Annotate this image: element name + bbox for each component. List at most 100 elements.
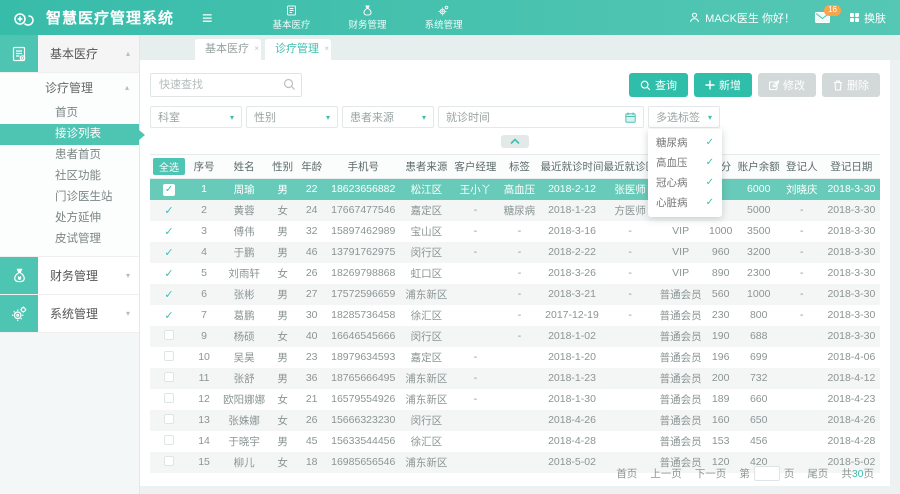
table-cell: 2018-5-02 <box>540 452 603 473</box>
last-page-link[interactable]: 尾页 <box>807 466 828 481</box>
caret-up-icon: ▴ <box>126 35 139 72</box>
search-input[interactable] <box>150 73 302 97</box>
query-button[interactable]: 查询 <box>629 73 688 97</box>
multi-tag-select[interactable]: 多选标签 ▾ <box>648 106 720 128</box>
row-checkbox-cell[interactable] <box>150 326 188 347</box>
tag-option[interactable]: 高血压✓ <box>648 152 722 172</box>
checkbox-checked-icon[interactable]: ✓ <box>164 289 173 301</box>
row-checkbox-cell[interactable] <box>150 347 188 368</box>
close-icon[interactable]: × <box>324 38 329 59</box>
checkbox-empty-icon[interactable] <box>164 372 174 382</box>
checkbox-checked-icon[interactable]: ✓ <box>164 247 173 259</box>
sidebar-item-link[interactable]: 门诊医生站 <box>0 187 139 208</box>
user-greeting: MACK医生 你好！ <box>705 10 795 26</box>
tag-option[interactable]: 糖尿病✓ <box>648 132 722 152</box>
tab-basic-medical[interactable]: 基本医疗 × <box>195 39 261 60</box>
checkbox-checked-icon[interactable]: ✓ <box>164 205 173 217</box>
main-content: 基本医疗 × 诊疗管理 × 查询 <box>140 35 900 494</box>
patient-source-select[interactable]: 患者来源 ▾ <box>342 106 434 128</box>
table-row[interactable]: ✓1周瑜男2218623656882松江区王小丫高血压2018-2-12张医师6… <box>150 179 880 200</box>
collapse-filters-button[interactable] <box>501 135 529 148</box>
sidebar-item-active[interactable]: 接诊列表 <box>0 124 139 145</box>
topnav-system[interactable]: 系统管理 <box>425 5 463 31</box>
table-cell: 9 <box>188 326 220 347</box>
checkbox-checked-icon[interactable]: ✓ <box>164 310 173 322</box>
page-jump: 第 页 <box>739 466 794 481</box>
table-row[interactable]: ✓2黄蓉女2417667477546嘉定区-糖尿病2018-1-23方医师500… <box>150 200 880 221</box>
sidebar-item-link[interactable]: 社区功能 <box>0 166 139 187</box>
checkbox-empty-icon[interactable] <box>164 393 174 403</box>
tag-option[interactable]: 冠心病✓ <box>648 172 722 192</box>
delete-button[interactable]: 删除 <box>822 73 880 97</box>
row-checkbox-cell[interactable]: ✓ <box>150 305 188 326</box>
page-number-input[interactable] <box>754 466 780 481</box>
checkbox-empty-icon[interactable] <box>164 435 174 445</box>
first-page-link[interactable]: 首页 <box>616 466 637 481</box>
sidebar-group-system[interactable]: 系统管理 ▾ <box>0 295 139 333</box>
table-cell: 张姝娜 <box>220 410 268 431</box>
tab-treatment-management[interactable]: 诊疗管理 × <box>265 39 331 60</box>
table-row[interactable]: 10吴昊男2318979634593嘉定区-2018-1-20普通会员19669… <box>150 347 880 368</box>
checkbox-checked-icon[interactable]: ✓ <box>164 226 173 238</box>
table-row[interactable]: ✓5刘雨轩女2618269798868虹口区-2018-3-26-VIP8902… <box>150 263 880 284</box>
edit-button[interactable]: 修改 <box>758 73 816 97</box>
table-row[interactable]: 12欧阳娜娜女2116579554926浦东新区-2018-1-30普通会员18… <box>150 389 880 410</box>
table-row[interactable]: 13张姝娜女2615666323230闵行区2018-4-26普通会员16065… <box>150 410 880 431</box>
checkbox-empty-icon[interactable] <box>164 456 174 466</box>
sidebar-item-link[interactable]: 皮试管理 <box>0 229 139 250</box>
table-row[interactable]: ✓7葛鹏男3018285736458徐汇区-2017-12-19-普通会员230… <box>150 305 880 326</box>
department-select[interactable]: 科室 ▾ <box>150 106 242 128</box>
row-checkbox-cell[interactable]: ✓ <box>150 221 188 242</box>
user-menu[interactable]: MACK医生 你好！ <box>689 10 795 26</box>
sidebar-group-basic-medical[interactable]: 基本医疗 ▴ <box>0 35 139 73</box>
row-checkbox-cell[interactable]: ✓ <box>150 179 188 200</box>
row-checkbox-cell[interactable] <box>150 389 188 410</box>
sidebar-item-link[interactable]: 患者首页 <box>0 145 139 166</box>
table-cell: 糖尿病 <box>498 200 540 221</box>
checkbox-empty-icon[interactable] <box>164 330 174 340</box>
gender-select[interactable]: 性别 ▾ <box>246 106 338 128</box>
table-cell: 12 <box>188 389 220 410</box>
row-checkbox-cell[interactable]: ✓ <box>150 263 188 284</box>
sidebar-item-link[interactable]: 首页 <box>0 103 139 124</box>
table-cell: 浦东新区 <box>400 452 452 473</box>
topnav-basic-medical[interactable]: 基本医疗 <box>273 5 311 31</box>
table-cell: 虹口区 <box>400 263 452 284</box>
sidebar-group-finance[interactable]: 财务管理 ▾ <box>0 257 139 295</box>
table-row[interactable]: 9杨硕女4016646545666闵行区-2018-1-02普通会员190688… <box>150 326 880 347</box>
row-checkbox-cell[interactable]: ✓ <box>150 242 188 263</box>
next-page-link[interactable]: 下一页 <box>695 466 727 481</box>
checkbox-empty-icon[interactable] <box>164 414 174 424</box>
add-button[interactable]: 新增 <box>694 73 752 97</box>
checkbox-checked-icon[interactable]: ✓ <box>163 184 175 196</box>
table-cell: 2018-4-28 <box>823 431 880 452</box>
row-checkbox-cell[interactable] <box>150 410 188 431</box>
table-row[interactable]: ✓3傅伟男3215897462989宝山区--2018-3-16-VIP1000… <box>150 221 880 242</box>
select-all-button[interactable]: 全选 <box>153 158 185 175</box>
table-row[interactable]: 14于晓宇男4515633544456徐汇区2018-4-28普通会员15345… <box>150 431 880 452</box>
topnav-finance[interactable]: 财务管理 <box>349 5 387 31</box>
sidebar-submenu-header[interactable]: 诊疗管理 ▴ <box>0 73 139 103</box>
table-cell: 16646545666 <box>326 326 400 347</box>
change-skin-button[interactable]: 换肤 <box>850 10 886 26</box>
sidebar-item-link[interactable]: 处方延伸 <box>0 208 139 229</box>
row-checkbox-cell[interactable] <box>150 431 188 452</box>
row-checkbox-cell[interactable]: ✓ <box>150 200 188 221</box>
toolbar: 查询 新增 修改 删除 <box>140 60 890 97</box>
checkbox-checked-icon[interactable]: ✓ <box>164 268 173 280</box>
tag-option[interactable]: 心脏病✓ <box>648 192 722 212</box>
row-checkbox-cell[interactable] <box>150 368 188 389</box>
row-checkbox-cell[interactable] <box>150 452 188 473</box>
hamburger-icon[interactable]: ≡ <box>202 9 213 27</box>
table-cell: 男 <box>268 431 297 452</box>
close-icon[interactable]: × <box>254 38 259 59</box>
table-row[interactable]: ✓6张彬男2717572596659浦东新区-2018-3-21-普通会员560… <box>150 284 880 305</box>
row-checkbox-cell[interactable]: ✓ <box>150 284 188 305</box>
prev-page-link[interactable]: 上一页 <box>650 466 682 481</box>
messages-button[interactable]: 16 <box>815 12 830 23</box>
table-cell: 宝山区 <box>400 221 452 242</box>
visit-time-picker[interactable]: 就诊时间 <box>438 106 644 128</box>
table-row[interactable]: ✓4于鹏男4613791762975闵行区--2018-2-22-VIP9603… <box>150 242 880 263</box>
table-row[interactable]: 11张舒男3618765666495浦东新区-2018-1-23普通会员2007… <box>150 368 880 389</box>
checkbox-empty-icon[interactable] <box>164 351 174 361</box>
